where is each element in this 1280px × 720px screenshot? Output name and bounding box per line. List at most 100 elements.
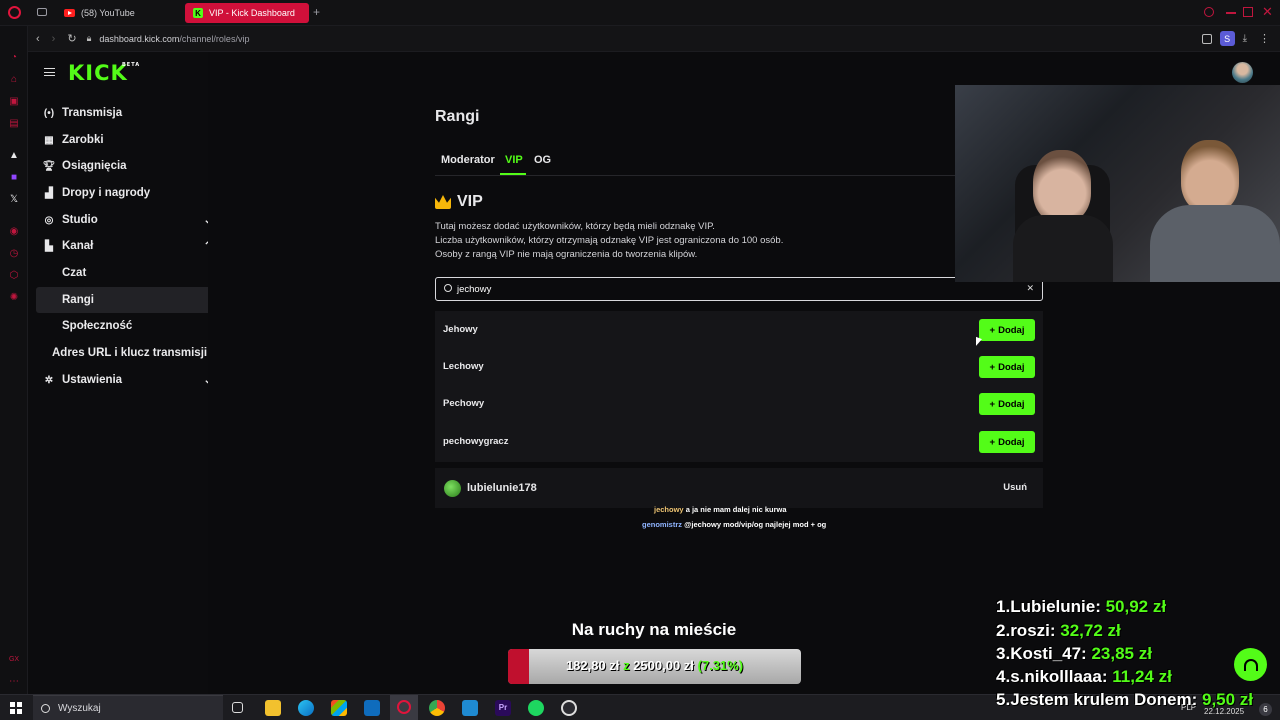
tab-kick-dashboard[interactable]: K VIP - Kick Dashboard (185, 3, 309, 23)
player-icon[interactable]: ◉ (8, 226, 20, 238)
goal-bar: 182,80 zł z 2500,00 zł (7.31%) (508, 649, 801, 684)
nav-adres-url[interactable]: Adres URL i klucz transmisji (52, 340, 208, 366)
hamburger-menu-icon[interactable] (44, 68, 55, 76)
outlook-icon[interactable] (364, 700, 380, 716)
nav-kanal[interactable]: ▙Kanał⌃ (36, 233, 218, 259)
tab-vip[interactable]: VIP (505, 154, 523, 166)
search-results: Jehowy + Dodaj Lechowy + Dodaj Pechowy + Do… (435, 311, 1043, 462)
add-vip-button[interactable]: + Dodaj (979, 319, 1035, 341)
nav-czat[interactable]: Czat (36, 260, 218, 286)
search-box[interactable]: jechowy ✕ (435, 277, 1043, 301)
tab-label: (58) YouTube (81, 8, 135, 18)
page-title: Rangi (435, 108, 480, 125)
leaderboard-entry: 3.Kosti_47: 23,85 zł (996, 644, 1152, 664)
settings-icon: ✲ (44, 374, 54, 386)
nav-transmisja[interactable]: (•) Transmisja (36, 100, 218, 126)
result-row: pechowygracz + Dodaj (435, 423, 1043, 460)
user-avatar[interactable] (1232, 62, 1253, 83)
nav-label: Transmisja (62, 107, 123, 119)
extensions-sidebar-icon[interactable]: ⬡ (8, 270, 20, 282)
taskbar-search[interactable]: Wyszukaj (33, 695, 223, 720)
studio-icon: ◎ (44, 214, 54, 226)
chat-user: genomistrz (642, 520, 683, 529)
gx-corner-icon[interactable]: ▤ (8, 118, 20, 130)
nav-rangi[interactable]: Rangi (36, 287, 218, 313)
nav-dropy[interactable]: ▟ Dropy i nagrody (36, 180, 218, 206)
maximize-button[interactable] (1243, 7, 1253, 17)
add-label: Dodaj (998, 436, 1025, 448)
goal-percent: (7.31%) (697, 658, 744, 673)
tab-youtube[interactable]: (58) YouTube (56, 3, 182, 23)
tab-switcher-icon[interactable] (37, 8, 47, 16)
premiere-icon[interactable]: Pr (495, 700, 511, 716)
twitch-icon[interactable]: ■ (8, 172, 20, 184)
nav-label: Adres URL i klucz transmisji (52, 347, 208, 359)
opera-taskbar-active[interactable] (390, 695, 418, 720)
menu-icon[interactable]: ⋮ (1259, 32, 1270, 45)
search-tabs-icon[interactable] (1204, 7, 1214, 17)
tab-moderator[interactable]: Moderator (441, 154, 495, 166)
kick-logo[interactable]: KICK BETA (68, 61, 139, 85)
task-view-icon[interactable] (232, 702, 243, 713)
back-icon[interactable]: ‹ (36, 33, 40, 45)
nav-spolecznosc[interactable]: Społeczność (36, 313, 218, 339)
messenger-icon[interactable]: ▣ (8, 96, 20, 108)
minimize-button[interactable] (1226, 12, 1236, 14)
gx-control-icon[interactable]: GX (8, 654, 20, 666)
profile-avatar[interactable]: S (1219, 31, 1235, 46)
settings-sidebar-icon[interactable]: ✺ (8, 292, 20, 304)
windows-start-icon[interactable] (10, 702, 22, 714)
add-vip-button[interactable]: + Dodaj (979, 431, 1035, 453)
vip-username: lubielunie178 (467, 482, 537, 494)
webcam-overlay (955, 85, 1280, 282)
vscode-icon[interactable] (462, 700, 478, 716)
forward-icon[interactable]: › (52, 33, 56, 45)
remove-vip-button[interactable]: Usuń (1003, 482, 1027, 493)
obs-icon[interactable] (561, 700, 577, 716)
url-path: /channel/roles/vip (179, 33, 250, 44)
edge-icon[interactable] (298, 700, 314, 716)
kick-sidebar-icon[interactable]: ▲ (8, 150, 20, 162)
headset-icon (1243, 658, 1258, 671)
goal-bar-text: 182,80 zł z 2500,00 zł (7.31%) (508, 658, 801, 673)
close-window-button[interactable]: ✕ (1262, 4, 1273, 20)
add-vip-button[interactable]: + Dodaj (979, 393, 1035, 415)
speed-dial-icon[interactable]: ◔ (8, 52, 20, 64)
opera-logo-icon[interactable] (8, 6, 21, 19)
opera-gx-icon (397, 700, 411, 714)
nav-zarobki[interactable]: ▦ Zarobki (36, 127, 218, 153)
file-explorer-icon[interactable] (265, 700, 281, 716)
extensions-icon[interactable] (1201, 33, 1212, 44)
tab-og[interactable]: OG (534, 154, 551, 166)
search-input[interactable]: jechowy (457, 284, 491, 295)
clear-search-icon[interactable]: ✕ (1026, 283, 1034, 294)
plus-icon: + (989, 398, 996, 410)
store-icon[interactable] (331, 700, 347, 716)
nav-label: Dropy i nagrody (62, 187, 151, 199)
notification-badge[interactable]: 6 (1259, 703, 1272, 716)
leaderboard-entry: 1.Lubielunie: 50,92 zł (996, 597, 1166, 617)
x-icon[interactable]: 𝕏 (8, 194, 20, 206)
webcam-body-right (1150, 205, 1280, 282)
download-icon[interactable]: ⤓ (1243, 33, 1247, 44)
nav-studio[interactable]: ◎Studio⌄ (36, 207, 218, 233)
donor: Lubielunie: (1010, 597, 1101, 616)
taskbar-search-placeholder: Wyszukaj (58, 702, 101, 714)
shop-icon[interactable]: ⌂ (8, 74, 20, 86)
add-vip-button[interactable]: + Dodaj (979, 356, 1035, 378)
more-icon[interactable]: ⋯ (8, 676, 20, 688)
nav-osiagniecia[interactable]: 🏆︎ Osiągnięcia (36, 153, 218, 179)
spotify-icon[interactable] (528, 700, 544, 716)
new-tab-button[interactable]: + (313, 5, 320, 19)
rank: 4. (996, 667, 1011, 686)
trophy-icon: 🏆︎ (42, 160, 56, 172)
url-field[interactable]: dashboard.kick.com/channel/roles/vip (99, 34, 249, 44)
broadcast-icon: (•) (43, 107, 55, 119)
result-username: pechowygracz (443, 436, 509, 447)
history-icon[interactable]: ◷ (8, 248, 20, 260)
rank: 5. (996, 690, 1011, 709)
help-chat-button[interactable] (1234, 648, 1267, 681)
chrome-icon[interactable] (429, 700, 445, 716)
reload-icon[interactable]: ↻ (67, 32, 76, 45)
nav-ustawienia[interactable]: ✲Ustawienia⌄ (36, 367, 218, 393)
